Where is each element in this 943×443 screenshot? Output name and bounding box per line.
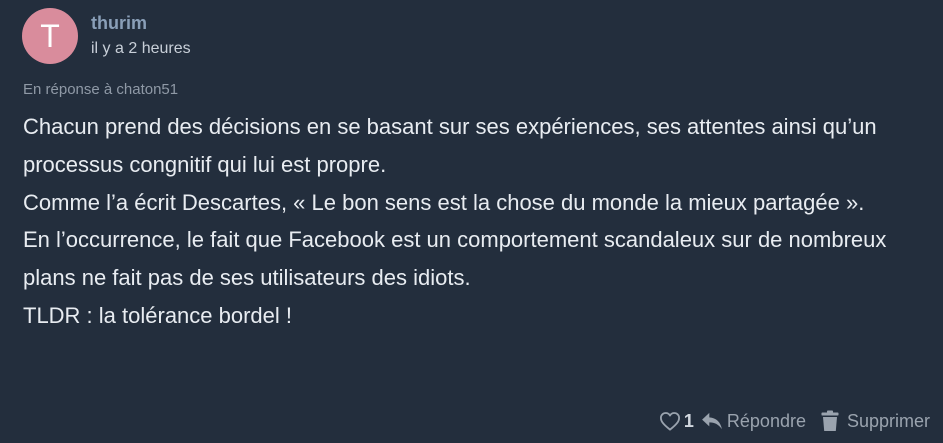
reply-arrow-icon [701,412,723,430]
trash-icon [821,410,839,432]
comment-paragraph: TLDR : la tolérance bordel ! [23,302,293,328]
comment-timestamp: il y a 2 heures [91,40,191,57]
comment-body: Chacun prend des décisions en se basant … [23,108,933,335]
username-link[interactable]: thurim [91,13,147,34]
reply-label: Répondre [726,410,806,431]
reply-to-label: En réponse à chaton51 [23,81,179,98]
avatar[interactable]: T [22,8,78,64]
comment-paragraph: Comme l’a écrit Descartes, « Le bon sens… [23,189,865,215]
like-count: 1 [683,410,694,431]
comment-paragraph: Chacun prend des décisions en se basant … [23,114,877,177]
comment-actions: 1 Répondre Supprimer [659,406,930,436]
reply-button[interactable]: Répondre [701,411,806,432]
delete-button[interactable]: Supprimer [821,410,930,432]
like-button[interactable]: 1 [659,411,694,432]
delete-label: Supprimer [846,410,930,431]
comment-paragraph: En l’occurrence, le fait que Facebook es… [23,227,887,291]
heart-icon [659,411,681,431]
avatar-initial: T [40,18,60,54]
